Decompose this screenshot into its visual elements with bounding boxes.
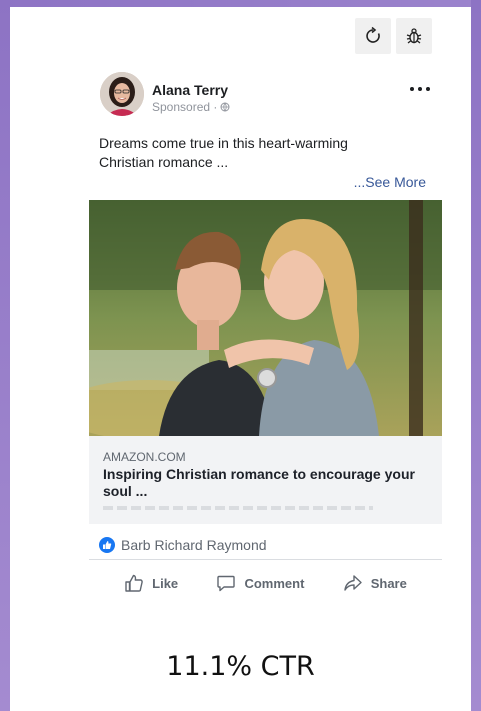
reactor-names[interactable]: Barb Richard Raymond xyxy=(121,537,267,553)
post-actions: Like Comment Share xyxy=(89,566,442,600)
refresh-button[interactable] xyxy=(355,18,391,54)
thumbs-up-icon xyxy=(125,574,143,592)
bug-report-button[interactable] xyxy=(396,18,432,54)
globe-icon xyxy=(220,102,230,112)
refresh-icon xyxy=(366,26,380,43)
ctr-stat: 11.1% CTR xyxy=(166,651,315,682)
frame-top-border xyxy=(0,0,481,7)
link-description-faint xyxy=(103,506,373,510)
frame-left-border xyxy=(0,0,10,711)
sponsored-post: Alana Terry Sponsored · Dreams come true… xyxy=(89,70,442,592)
sponsored-label: Sponsored · xyxy=(152,100,230,114)
ad-image[interactable] xyxy=(89,200,442,436)
post-body-text: Dreams come true in this heart-warming C… xyxy=(99,135,348,170)
like-label: Like xyxy=(152,575,179,591)
bug-icon xyxy=(406,28,422,44)
link-preview[interactable]: AMAZON.COM Inspiring Christian romance t… xyxy=(89,436,442,524)
author-avatar[interactable] xyxy=(100,72,144,116)
link-headline[interactable]: Inspiring Christian romance to encourage… xyxy=(103,466,433,500)
share-icon xyxy=(344,575,362,591)
comment-label: Comment xyxy=(244,575,305,591)
comment-button[interactable]: Comment xyxy=(216,573,304,593)
more-options-icon[interactable] xyxy=(410,82,430,96)
link-domain: AMAZON.COM xyxy=(103,450,186,464)
like-button[interactable]: Like xyxy=(124,573,178,593)
sponsored-text: Sponsored · xyxy=(152,100,218,114)
see-more-link[interactable]: ...See More xyxy=(89,174,426,190)
like-reaction-icon xyxy=(99,536,115,553)
comment-icon xyxy=(217,575,236,592)
share-label: Share xyxy=(370,575,407,591)
frame-right-border xyxy=(471,0,481,711)
share-button[interactable]: Share xyxy=(343,573,407,593)
author-name[interactable]: Alana Terry xyxy=(152,82,228,98)
post-header: Alana Terry Sponsored · xyxy=(89,70,442,120)
reactions-bar[interactable]: Barb Richard Raymond xyxy=(89,530,442,560)
